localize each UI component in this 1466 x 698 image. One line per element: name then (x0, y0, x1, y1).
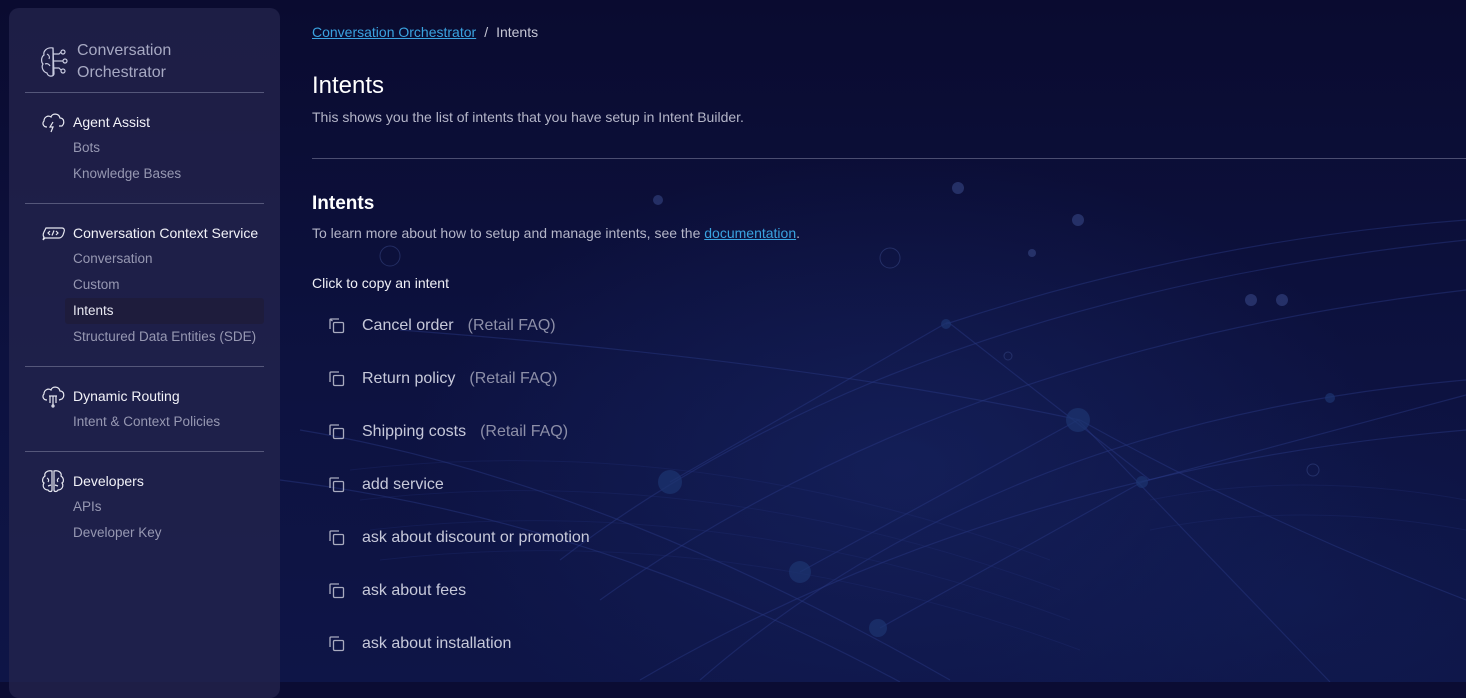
sidebar-item-intent-context-policies[interactable]: Intent & Context Policies (25, 409, 264, 435)
intent-group: (Retail FAQ) (480, 423, 568, 441)
sidebar-item-intents[interactable]: Intents (65, 298, 264, 324)
intent-item[interactable]: Shipping costs (Retail FAQ) (312, 405, 590, 458)
intent-item[interactable]: ask about fees (312, 564, 590, 617)
intents-description-text: To learn more about how to setup and man… (312, 225, 704, 241)
sidebar-section-header-developers[interactable]: Developers (25, 468, 264, 494)
sidebar-item-developer-key[interactable]: Developer Key (25, 520, 264, 546)
sidebar-section-label: Conversation Context Service (73, 225, 258, 241)
intent-item[interactable]: ask about discount or promotion (312, 511, 590, 564)
copy-icon (328, 529, 346, 547)
intent-group: (Retail FAQ) (468, 317, 556, 335)
intent-name: ask about installation (362, 635, 511, 653)
sidebar-item-knowledge-bases[interactable]: Knowledge Bases (25, 161, 264, 187)
copy-icon (328, 476, 346, 494)
intent-list: Cancel order (Retail FAQ) Return policy … (312, 299, 590, 670)
sidebar-section-label: Developers (73, 473, 144, 489)
sidebar-section-label: Agent Assist (73, 114, 150, 130)
copy-icon (328, 370, 346, 388)
sidebar-section-dynamic-routing: Dynamic Routing Intent & Context Policie… (25, 367, 264, 451)
intent-item[interactable]: Cancel order (Retail FAQ) (312, 299, 590, 352)
code-chat-icon (40, 221, 66, 245)
brain-icon (40, 469, 66, 493)
page-title: Intents (312, 72, 384, 100)
copy-icon (328, 317, 346, 335)
sidebar-item-structured-data-entities[interactable]: Structured Data Entities (SDE) (25, 324, 264, 350)
sidebar-section-developers: Developers APIs Developer Key (25, 452, 264, 562)
breadcrumb-root-link[interactable]: Conversation Orchestrator (312, 24, 476, 40)
sidebar-item-bots[interactable]: Bots (25, 135, 264, 161)
intent-name: Shipping costs (362, 423, 466, 441)
sidebar-section-label: Dynamic Routing (73, 388, 180, 404)
breadcrumb-separator: / (484, 24, 488, 40)
documentation-link[interactable]: documentation (704, 225, 796, 241)
intents-description-suffix: . (796, 225, 800, 241)
intent-group: (Retail FAQ) (469, 370, 557, 388)
sidebar-section-agent-assist: Agent Assist Bots Knowledge Bases (25, 93, 264, 203)
intent-name: ask about fees (362, 582, 466, 600)
sidebar-section-header-dynamic-routing[interactable]: Dynamic Routing (25, 383, 264, 409)
sidebar-brand-name: Conversation Orchestrator (77, 40, 187, 84)
sidebar-section-header-conversation-context-service[interactable]: Conversation Context Service (25, 220, 264, 246)
intent-name: add service (362, 476, 444, 494)
brain-circuit-logo-icon (39, 44, 71, 80)
breadcrumb: Conversation Orchestrator / Intents (312, 24, 538, 40)
cloud-lightning-icon (40, 110, 66, 134)
intent-name: Cancel order (362, 317, 454, 335)
sidebar-item-conversation[interactable]: Conversation (25, 246, 264, 272)
intent-item[interactable]: add service (312, 458, 590, 511)
copy-hint-label: Click to copy an intent (312, 275, 449, 291)
section-divider (312, 158, 1466, 159)
intents-section-description: To learn more about how to setup and man… (312, 225, 800, 241)
sidebar-section-conversation-context-service: Conversation Context Service Conversatio… (25, 204, 264, 366)
intent-item[interactable]: Return policy (Retail FAQ) (312, 352, 590, 405)
copy-icon (328, 582, 346, 600)
copy-icon (328, 423, 346, 441)
sidebar: Conversation Orchestrator Agent Assist B… (9, 8, 280, 698)
cloud-routing-icon (40, 384, 66, 408)
breadcrumb-current: Intents (496, 24, 538, 40)
page-description: This shows you the list of intents that … (312, 109, 744, 125)
intent-name: ask about discount or promotion (362, 529, 590, 547)
sidebar-brand[interactable]: Conversation Orchestrator (25, 8, 264, 92)
intents-section-title: Intents (312, 193, 374, 215)
copy-icon (328, 635, 346, 653)
sidebar-item-apis[interactable]: APIs (25, 494, 264, 520)
sidebar-item-custom[interactable]: Custom (25, 272, 264, 298)
intent-item[interactable]: ask about installation (312, 617, 590, 670)
sidebar-section-header-agent-assist[interactable]: Agent Assist (25, 109, 264, 135)
intent-name: Return policy (362, 370, 455, 388)
